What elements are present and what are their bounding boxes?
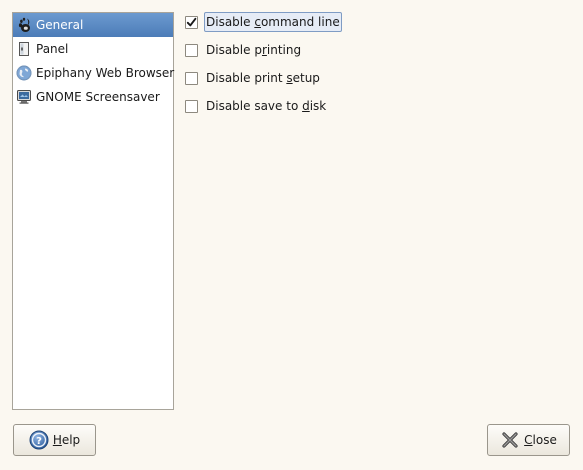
sidebar-item-label: GNOME Screensaver bbox=[36, 90, 160, 104]
label-text: Disable print bbox=[206, 71, 287, 85]
gnome-foot-icon bbox=[16, 17, 32, 33]
help-button-label: Help bbox=[53, 433, 80, 447]
options-panel: Disable command line Disable printing Di… bbox=[184, 12, 574, 124]
checkbox[interactable] bbox=[185, 72, 198, 85]
sidebar-item-general[interactable]: General bbox=[13, 13, 173, 37]
globe-icon bbox=[16, 65, 32, 81]
label-mnemonic: d bbox=[302, 99, 310, 113]
label-text: Disable p bbox=[206, 43, 262, 57]
label-text: isk bbox=[309, 99, 327, 113]
help-icon: ? bbox=[29, 430, 49, 450]
sidebar-item-label: Panel bbox=[36, 42, 69, 56]
option-disable-print-setup[interactable]: Disable print setup bbox=[184, 68, 574, 96]
svg-text:?: ? bbox=[36, 436, 42, 447]
help-button[interactable]: ? Help bbox=[13, 424, 96, 456]
close-button[interactable]: Close bbox=[487, 424, 570, 456]
help-rest: elp bbox=[61, 433, 81, 447]
label-mnemonic: c bbox=[254, 15, 261, 29]
label-text: etup bbox=[292, 71, 320, 85]
option-disable-command-line[interactable]: Disable command line bbox=[184, 12, 574, 40]
category-list[interactable]: General Panel Epiphany Web Browser GNOME… bbox=[12, 12, 174, 410]
checkbox[interactable] bbox=[185, 44, 198, 57]
label-text: Disable bbox=[206, 15, 255, 29]
panel-icon bbox=[16, 41, 32, 57]
sidebar-item-gnome-screensaver[interactable]: GNOME Screensaver bbox=[13, 85, 173, 109]
option-disable-save-to-disk[interactable]: Disable save to disk bbox=[184, 96, 574, 124]
option-disable-printing[interactable]: Disable printing bbox=[184, 40, 574, 68]
monitor-icon bbox=[16, 89, 32, 105]
option-label: Disable printing bbox=[204, 40, 303, 60]
checkmark-icon bbox=[186, 17, 197, 27]
option-label: Disable command line bbox=[204, 12, 342, 32]
close-button-label: Close bbox=[524, 433, 557, 447]
sidebar-item-label: Epiphany Web Browser bbox=[36, 66, 175, 80]
close-icon bbox=[500, 430, 520, 450]
help-mnemonic: H bbox=[52, 433, 62, 447]
sidebar-item-panel[interactable]: Panel bbox=[13, 37, 173, 61]
close-mnemonic: C bbox=[524, 433, 533, 447]
checkbox[interactable] bbox=[185, 100, 198, 113]
close-rest: lose bbox=[532, 433, 557, 447]
label-text: inting bbox=[266, 43, 302, 57]
option-label: Disable save to disk bbox=[204, 96, 328, 116]
label-text: Disable save to bbox=[206, 99, 303, 113]
checkbox[interactable] bbox=[185, 16, 198, 29]
sidebar-item-epiphany-web-browser[interactable]: Epiphany Web Browser bbox=[13, 61, 175, 85]
label-text: ommand line bbox=[260, 15, 340, 29]
option-label: Disable print setup bbox=[204, 68, 322, 88]
sidebar-item-label: General bbox=[36, 18, 84, 32]
